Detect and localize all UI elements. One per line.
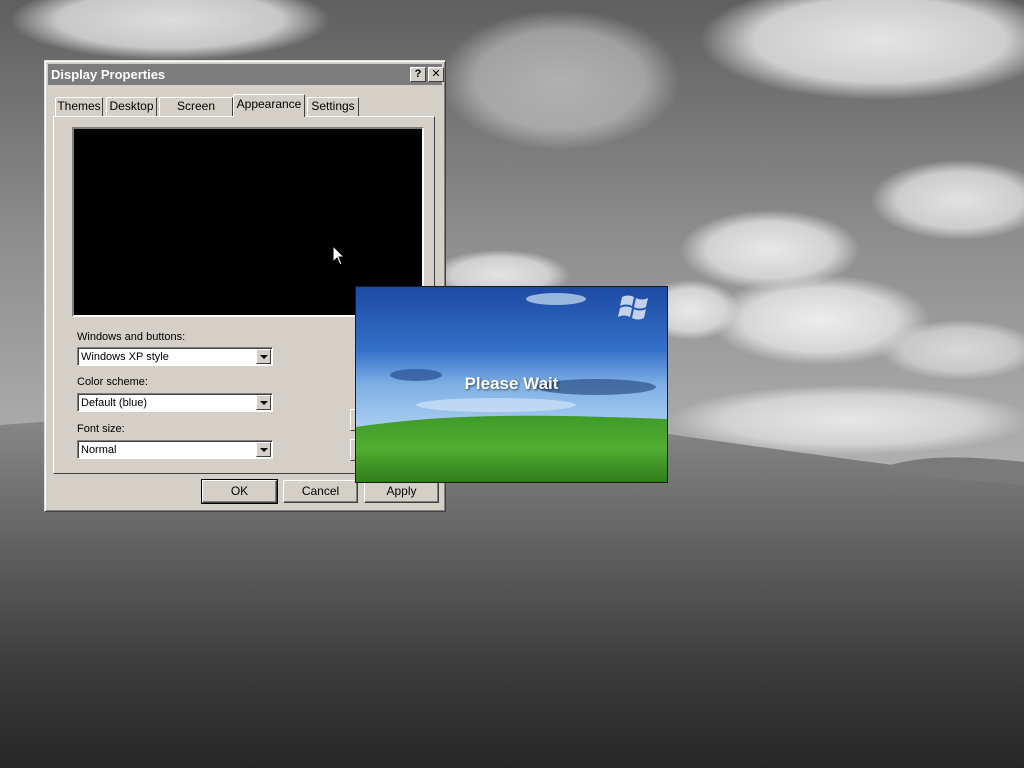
apply-button[interactable]: Apply [364, 480, 439, 503]
chevron-down-icon[interactable] [256, 442, 271, 457]
tab-settings[interactable]: Settings [307, 97, 359, 116]
windows-buttons-label: Windows and buttons: [77, 331, 186, 343]
color-scheme-select[interactable]: Default (blue) [77, 393, 273, 412]
font-size-label: Font size: [77, 423, 125, 435]
tab-appearance[interactable]: Appearance [233, 94, 305, 117]
tab-screen-saver[interactable]: Screen Saver [159, 97, 233, 130]
color-scheme-label: Color scheme: [77, 376, 148, 388]
tab-themes[interactable]: Themes [55, 97, 103, 116]
please-wait-splash: Please Wait [355, 286, 668, 483]
windows-buttons-value: Windows XP style [81, 351, 169, 363]
color-scheme-value: Default (blue) [81, 397, 148, 409]
help-button[interactable]: ? [410, 67, 426, 82]
windows-flag-icon [618, 295, 648, 320]
chevron-down-icon[interactable] [256, 395, 271, 410]
windows-buttons-select[interactable]: Windows XP style [77, 347, 273, 366]
tab-desktop[interactable]: Desktop [106, 97, 157, 116]
chevron-down-icon[interactable] [256, 349, 271, 364]
please-wait-message: Please Wait [464, 374, 559, 393]
close-button[interactable]: ✕ [428, 67, 444, 82]
font-size-value: Normal [81, 444, 117, 456]
font-size-select[interactable]: Normal [77, 440, 273, 459]
cancel-button[interactable]: Cancel [283, 480, 358, 503]
ok-button[interactable]: OK [201, 479, 278, 504]
dialog-titlebar[interactable]: Display Properties ? ✕ [48, 64, 444, 85]
mouse-cursor-icon [332, 245, 346, 266]
dialog-title: Display Properties [51, 67, 166, 82]
